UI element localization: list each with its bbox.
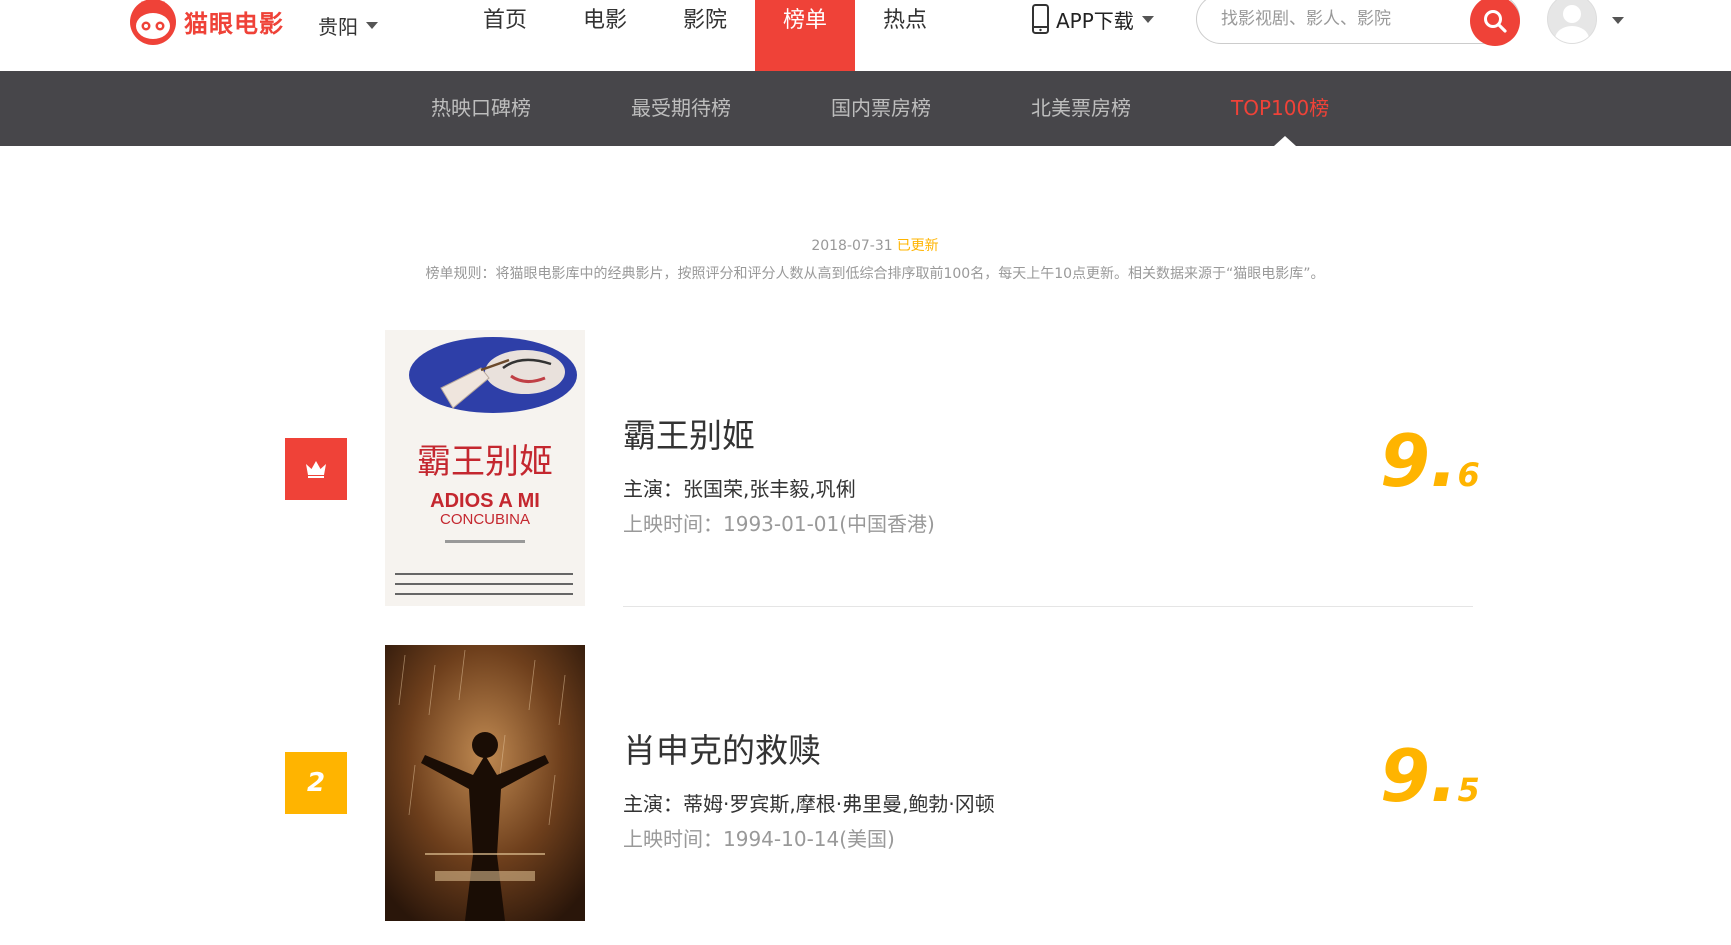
main-nav: 首页 电影 影院 榜单 热点 (455, 0, 955, 71)
board-rule: 榜单规则：将猫眼电影库中的经典影片，按照评分和评分人数从高到低综合排序取前100… (425, 266, 1325, 282)
score-integer: 9. (1380, 419, 1458, 503)
phone-icon (1032, 4, 1049, 34)
search-button[interactable] (1470, 0, 1520, 46)
tab-top100[interactable]: TOP100榜 (1231, 71, 1329, 146)
rank-badge (285, 438, 347, 500)
crown-icon (306, 461, 326, 478)
movie-item: 2 肖申克的救赎 主演：蒂姆·罗宾斯,摩根·弗里曼,鲍勃·冈顿 上映时间：199… (0, 645, 1731, 945)
movie-release-time: 上映时间：1994-10-14(美国) (623, 827, 895, 851)
poster-image (385, 645, 585, 921)
score-fraction: 5 (1457, 771, 1480, 809)
movie-poster[interactable]: 霸王别姬 ADIOS A MI CONCUBINA (385, 330, 585, 606)
logo-text: 猫眼电影 (184, 9, 284, 38)
maoyan-logo[interactable]: 猫眼电影 (128, 0, 284, 46)
tab-most-expected[interactable]: 最受期待榜 (631, 71, 731, 146)
top-header: 猫眼电影 贵阳 首页 电影 影院 榜单 热点 APP下载 (0, 0, 1731, 71)
movie-release-time: 上映时间：1993-01-01(中国香港) (623, 512, 935, 536)
nav-board[interactable]: 榜单 (755, 0, 855, 71)
nav-home[interactable]: 首页 (455, 0, 555, 71)
active-tab-indicator (1274, 136, 1296, 146)
rank-badge: 2 (285, 752, 347, 814)
update-date: 2018-07-31 (811, 238, 893, 254)
movie-divider (623, 606, 1473, 607)
tab-domestic-box-office[interactable]: 国内票房榜 (831, 71, 931, 146)
app-download-button[interactable]: APP下载 (1032, 4, 1154, 34)
app-download-label: APP下载 (1056, 8, 1134, 33)
search-icon (1484, 10, 1507, 33)
movie-info: 霸王别姬 主演：张国荣,张丰毅,巩俐 上映时间：1993-01-01(中国香港) (623, 409, 935, 537)
movie-poster[interactable] (385, 645, 585, 921)
score-integer: 9. (1380, 734, 1458, 818)
nav-movies[interactable]: 电影 (555, 0, 655, 71)
poster-title: 霸王别姬 (417, 442, 553, 482)
city-selector[interactable]: 贵阳 (318, 11, 378, 40)
movie-stars: 主演：张国荣,张丰毅,巩俐 (623, 477, 856, 501)
movie-score: 9.6 (1380, 419, 1480, 503)
nav-cinemas[interactable]: 影院 (655, 0, 755, 71)
movie-title[interactable]: 霸王别姬 (623, 409, 935, 457)
score-fraction: 6 (1457, 456, 1480, 494)
poster-subtitle-1: ADIOS A MI (430, 490, 540, 512)
chevron-down-icon (366, 22, 378, 29)
movie-score: 9.5 (1380, 734, 1480, 818)
movie-stars: 主演：蒂姆·罗宾斯,摩根·弗里曼,鲍勃·冈顿 (623, 792, 995, 816)
update-status: 已更新 (896, 238, 939, 254)
chevron-down-icon[interactable] (1612, 17, 1624, 24)
poster-subtitle-2: CONCUBINA (440, 511, 530, 528)
movie-info: 肖申克的救赎 主演：蒂姆·罗宾斯,摩根·弗里曼,鲍勃·冈顿 上映时间：1994-… (623, 724, 995, 852)
nav-hot[interactable]: 热点 (855, 0, 955, 71)
search-input[interactable] (1219, 4, 1453, 34)
movie-item: 霸王别姬 ADIOS A MI CONCUBINA 霸王别姬 主演：张国荣,张丰… (0, 330, 1731, 630)
movie-title[interactable]: 肖申克的救赎 (623, 724, 995, 772)
tab-hot-reputation[interactable]: 热映口碑榜 (431, 71, 531, 146)
city-label: 贵阳 (318, 15, 358, 39)
user-avatar[interactable] (1547, 0, 1597, 44)
board-subnav: 热映口碑榜 最受期待榜 国内票房榜 北美票房榜 TOP100榜 (0, 71, 1731, 146)
user-icon (1555, 5, 1589, 43)
update-info: 2018-07-31 已更新 (0, 235, 1731, 255)
cat-logo-icon (130, 0, 176, 45)
tab-na-box-office[interactable]: 北美票房榜 (1031, 71, 1131, 146)
chevron-down-icon (1141, 15, 1154, 23)
poster-image: 霸王别姬 ADIOS A MI CONCUBINA (385, 330, 585, 606)
